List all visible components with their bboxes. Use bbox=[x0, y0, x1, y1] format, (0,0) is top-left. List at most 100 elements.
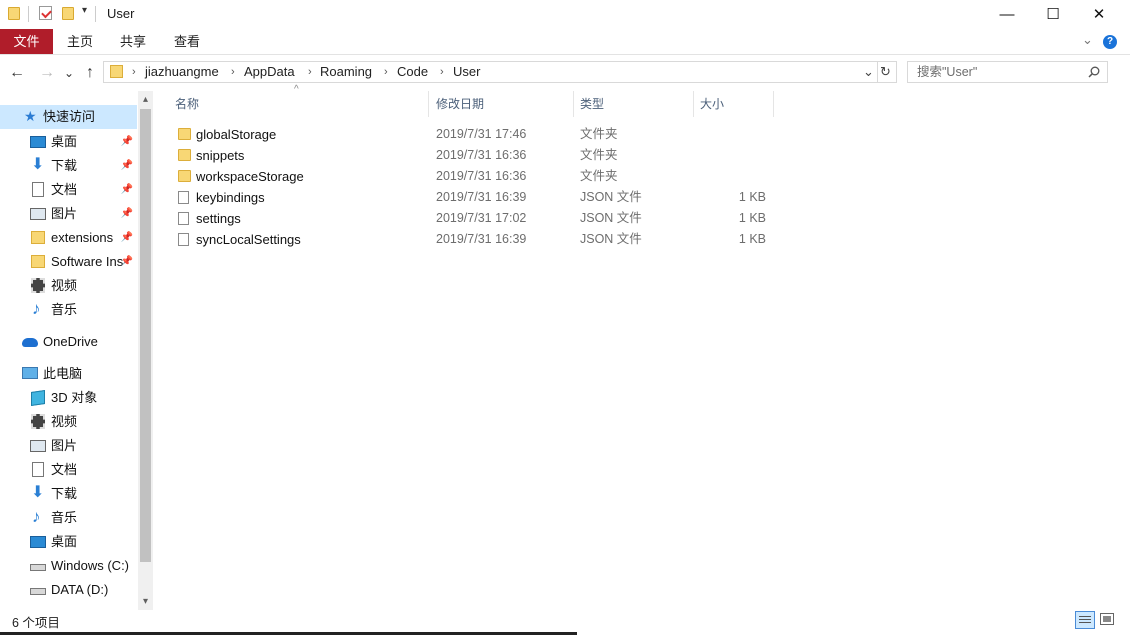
column-divider[interactable] bbox=[428, 91, 429, 117]
file-type: 文件夹 bbox=[580, 127, 618, 141]
column-divider[interactable] bbox=[693, 91, 694, 117]
breadcrumb-separator[interactable]: › bbox=[440, 62, 444, 82]
details-view-icon[interactable] bbox=[1075, 611, 1095, 629]
folder-icon bbox=[178, 149, 191, 161]
column-divider[interactable] bbox=[773, 91, 774, 117]
sidebar-item-this-pc[interactable]: 此电脑 bbox=[0, 362, 137, 386]
file-name: snippets bbox=[196, 148, 245, 163]
help-icon[interactable]: ? bbox=[1103, 35, 1117, 49]
sidebar-item-documents[interactable]: 文档 bbox=[0, 458, 137, 482]
tab-share[interactable]: 共享 bbox=[120, 29, 146, 54]
breadcrumb-separator[interactable]: › bbox=[231, 62, 235, 82]
pin-icon[interactable]: 📌 bbox=[121, 178, 133, 202]
scroll-up-icon[interactable]: ▴ bbox=[138, 91, 153, 108]
sidebar-item-label: 视频 bbox=[51, 414, 78, 429]
sidebar-item-music[interactable]: ♪ 音乐 bbox=[0, 298, 137, 322]
up-button[interactable]: ↑ bbox=[80, 62, 100, 84]
minimize-button[interactable]: — bbox=[984, 0, 1030, 28]
column-header-type[interactable]: 类型 bbox=[580, 91, 604, 117]
sidebar-item-quick-access[interactable]: ★ 快速访问 bbox=[0, 105, 137, 129]
computer-icon bbox=[22, 367, 38, 379]
folder-icon bbox=[31, 255, 45, 268]
breadcrumb-user[interactable]: User bbox=[453, 62, 480, 82]
column-header-name[interactable]: 名称 bbox=[175, 91, 199, 117]
sidebar-item-onedrive[interactable]: OneDrive bbox=[0, 330, 137, 354]
sidebar-item-software-ins[interactable]: Software Ins 📌 bbox=[0, 250, 137, 274]
navigation-scrollbar[interactable]: ▴ ▾ bbox=[138, 91, 153, 610]
tab-home[interactable]: 主页 bbox=[67, 29, 93, 54]
sidebar-item-videos[interactable]: 视频 bbox=[0, 410, 137, 434]
sidebar-item-videos[interactable]: 视频 bbox=[0, 274, 137, 298]
sidebar-item-3d-objects[interactable]: 3D 对象 bbox=[0, 386, 137, 410]
sidebar-item-desktop[interactable]: 桌面 📌 bbox=[0, 130, 137, 154]
table-row[interactable]: syncLocalSettings 2019/7/31 16:39 JSON 文… bbox=[170, 229, 770, 250]
breadcrumb-separator[interactable]: › bbox=[384, 62, 388, 82]
close-button[interactable]: ✕ bbox=[1076, 0, 1122, 28]
sidebar-item-music[interactable]: ♪ 音乐 bbox=[0, 506, 137, 530]
sidebar-item-label: 桌面 bbox=[51, 134, 78, 149]
file-date: 2019/7/31 16:39 bbox=[436, 232, 527, 246]
forward-button[interactable]: → bbox=[36, 62, 58, 84]
pin-icon[interactable]: 📌 bbox=[121, 250, 133, 274]
back-button[interactable]: ← bbox=[6, 62, 28, 84]
address-bar[interactable]: › jiazhuangme › AppData › Roaming › Code… bbox=[103, 61, 897, 83]
sidebar-item-downloads[interactable]: ⬇ 下载 📌 bbox=[0, 154, 137, 178]
sidebar-item-data-d[interactable]: DATA (D:) bbox=[0, 578, 137, 602]
sidebar-item-desktop[interactable]: 桌面 bbox=[0, 530, 137, 554]
pin-icon[interactable]: 📌 bbox=[121, 226, 133, 250]
column-divider[interactable] bbox=[573, 91, 574, 117]
breadcrumb-code[interactable]: Code bbox=[397, 62, 428, 82]
table-row[interactable]: workspaceStorage 2019/7/31 16:36 文件夹 bbox=[170, 166, 770, 187]
sidebar-item-label: DATA (D:) bbox=[51, 582, 109, 597]
table-row[interactable]: globalStorage 2019/7/31 17:46 文件夹 bbox=[170, 124, 770, 145]
recent-locations-button[interactable]: ⌄ bbox=[62, 62, 76, 84]
address-dropdown-icon[interactable]: ⌄ bbox=[863, 62, 874, 82]
sidebar-item-pictures[interactable]: 图片 📌 bbox=[0, 202, 137, 226]
properties-icon[interactable] bbox=[39, 6, 52, 20]
divider bbox=[95, 6, 96, 22]
table-row[interactable]: settings 2019/7/31 17:02 JSON 文件 1 KB bbox=[170, 208, 770, 229]
file-icon bbox=[178, 212, 189, 225]
breadcrumb-separator[interactable]: › bbox=[308, 62, 312, 82]
maximize-button[interactable]: ☐ bbox=[1030, 0, 1076, 28]
table-row[interactable]: snippets 2019/7/31 16:36 文件夹 bbox=[170, 145, 770, 166]
sort-ascending-icon: ^ bbox=[294, 84, 299, 95]
file-name: workspaceStorage bbox=[196, 169, 304, 184]
ribbon-collapse-icon[interactable]: ⌄ bbox=[1082, 32, 1093, 48]
tab-view[interactable]: 查看 bbox=[174, 29, 200, 54]
breadcrumb-jiazhuangme[interactable]: jiazhuangme bbox=[145, 62, 219, 82]
sidebar-item-label: 文档 bbox=[51, 462, 78, 477]
music-icon: ♪ bbox=[32, 507, 41, 526]
customize-quick-access-icon[interactable]: ▾ bbox=[82, 5, 87, 16]
breadcrumb-roaming[interactable]: Roaming bbox=[320, 62, 372, 82]
sidebar-item-label: 3D 对象 bbox=[51, 390, 98, 405]
search-input[interactable]: 搜索"User" bbox=[907, 61, 1108, 83]
column-header-size[interactable]: 大小 bbox=[700, 91, 724, 117]
table-row[interactable]: keybindings 2019/7/31 16:39 JSON 文件 1 KB bbox=[170, 187, 770, 208]
sidebar-item-windows-c[interactable]: Windows (C:) bbox=[0, 554, 137, 578]
file-size: 1 KB bbox=[738, 211, 766, 225]
file-name: keybindings bbox=[196, 190, 265, 205]
sidebar-item-label: 此电脑 bbox=[43, 366, 83, 381]
file-type: 文件夹 bbox=[580, 148, 618, 162]
search-icon[interactable] bbox=[1088, 66, 1100, 78]
pictures-icon bbox=[30, 440, 46, 452]
column-header-date[interactable]: 修改日期 bbox=[436, 91, 484, 117]
pin-icon[interactable]: 📌 bbox=[121, 130, 133, 154]
refresh-button[interactable]: ↻ bbox=[880, 62, 891, 82]
sidebar-item-pictures[interactable]: 图片 bbox=[0, 434, 137, 458]
pin-icon[interactable]: 📌 bbox=[121, 154, 133, 178]
tab-file[interactable]: 文件 bbox=[0, 29, 53, 54]
scroll-thumb[interactable] bbox=[140, 109, 151, 562]
breadcrumb-separator[interactable]: › bbox=[132, 62, 136, 82]
pin-icon[interactable]: 📌 bbox=[121, 202, 133, 226]
large-icons-view-icon[interactable] bbox=[1100, 613, 1114, 625]
sidebar-item-documents[interactable]: 文档 📌 bbox=[0, 178, 137, 202]
pictures-icon bbox=[30, 208, 46, 220]
sidebar-item-downloads[interactable]: ⬇ 下载 bbox=[0, 482, 137, 506]
new-folder-icon[interactable] bbox=[62, 7, 74, 20]
sidebar-item-extensions[interactable]: extensions 📌 bbox=[0, 226, 137, 250]
sidebar-item-label: 图片 bbox=[51, 206, 78, 221]
breadcrumb-appdata[interactable]: AppData bbox=[244, 62, 295, 82]
scroll-down-icon[interactable]: ▾ bbox=[138, 593, 153, 610]
